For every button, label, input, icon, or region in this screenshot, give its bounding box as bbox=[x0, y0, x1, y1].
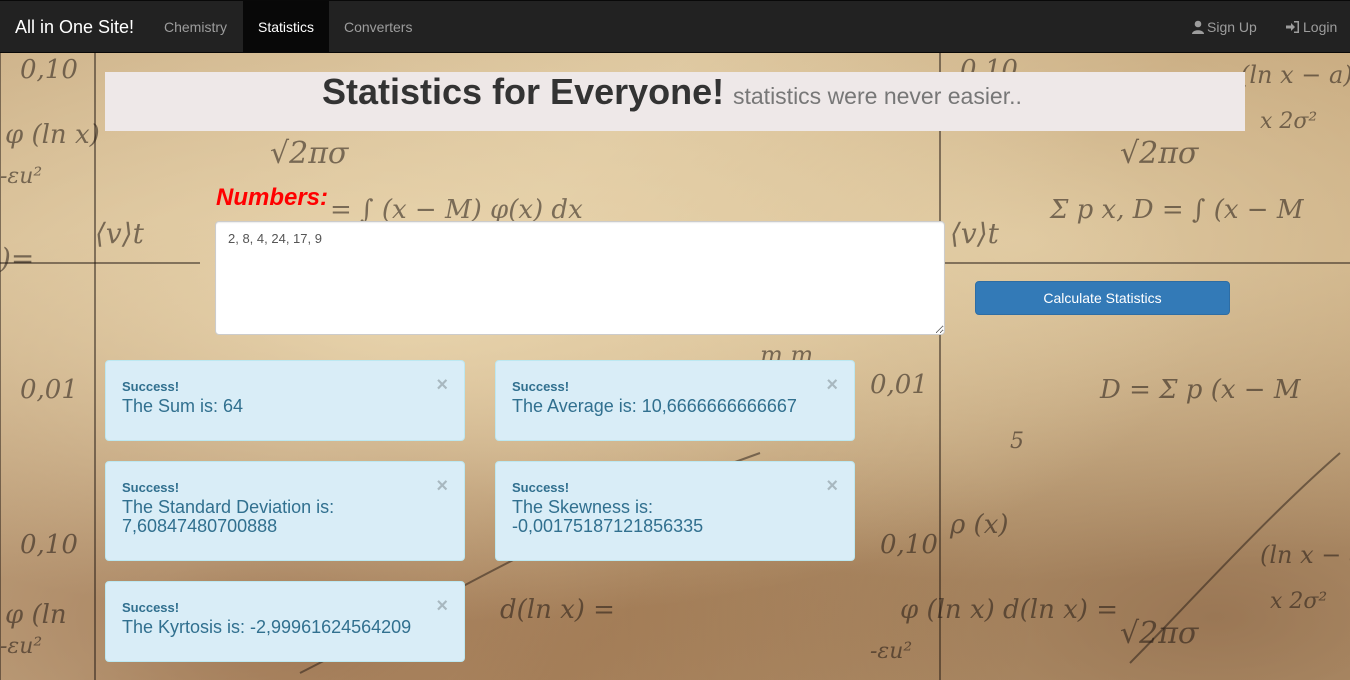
alert-message: The Skewness is: -0,00175187121856335 bbox=[512, 497, 704, 536]
numbers-input[interactable]: 2, 8, 4, 24, 17, 9 bbox=[215, 221, 945, 335]
svg-text:-εu²: -εu² bbox=[870, 639, 912, 664]
svg-text:D = Σ p (x − M: D = Σ p (x − M bbox=[1099, 375, 1302, 405]
svg-text:0,10: 0,10 bbox=[20, 55, 78, 85]
svg-text:φ (ln x) d(ln x) =: φ (ln x) d(ln x) = bbox=[900, 595, 1118, 625]
svg-text:φ (ln x): φ (ln x) bbox=[5, 120, 100, 150]
svg-text:-εu²: -εu² bbox=[0, 164, 42, 189]
svg-text:ρ (x): ρ (x) bbox=[949, 510, 1009, 540]
alert-status: Success! bbox=[512, 480, 570, 495]
page-subtitle: statistics were never easier.. bbox=[733, 83, 1022, 109]
nav-chemistry[interactable]: Chemistry bbox=[149, 1, 242, 53]
alert-status: Success! bbox=[122, 379, 180, 394]
svg-text:x 2σ²: x 2σ² bbox=[1260, 109, 1317, 134]
svg-text:√2πσ: √2πσ bbox=[270, 136, 350, 171]
nav-converters[interactable]: Converters bbox=[329, 1, 427, 53]
svg-text:φ (ln: φ (ln bbox=[5, 600, 67, 630]
close-icon[interactable]: × bbox=[826, 375, 838, 395]
alert-message: The Kyrtosis is: -2,99961624564209 bbox=[122, 617, 412, 637]
numbers-label: Numbers: bbox=[216, 184, 329, 211]
close-icon[interactable]: × bbox=[436, 596, 448, 616]
login-label: Login bbox=[1303, 19, 1338, 35]
svg-text:(ln x − a)²: (ln x − a)² bbox=[1260, 541, 1350, 569]
svg-text:0,01: 0,01 bbox=[870, 370, 928, 400]
svg-text:0,01: 0,01 bbox=[20, 375, 78, 405]
svg-text:0,10: 0,10 bbox=[20, 530, 78, 560]
user-icon bbox=[1192, 20, 1204, 34]
svg-text:√2πσ: √2πσ bbox=[1120, 616, 1200, 651]
svg-text:x 2σ²: x 2σ² bbox=[1270, 589, 1327, 614]
svg-text:)=: )= bbox=[0, 242, 34, 275]
signup-label: Sign Up bbox=[1207, 19, 1257, 35]
close-icon[interactable]: × bbox=[436, 375, 448, 395]
close-icon[interactable]: × bbox=[436, 476, 448, 496]
svg-text:Σ p x, D = ∫ (x − M: Σ p x, D = ∫ (x − M bbox=[1049, 195, 1305, 225]
svg-text:⟨v⟩t: ⟨v⟩t bbox=[95, 217, 145, 250]
login-link[interactable]: Login bbox=[1270, 1, 1350, 53]
close-icon[interactable]: × bbox=[826, 476, 838, 496]
alert-status: Success! bbox=[122, 480, 180, 495]
alert-message: The Average is: 10,6666666666667 bbox=[512, 396, 797, 416]
std-deviation-alert: × Success! The Standard Deviation is: 7,… bbox=[105, 461, 465, 561]
average-alert: × Success! The Average is: 10,6666666666… bbox=[495, 360, 855, 441]
svg-text:0,10: 0,10 bbox=[880, 530, 938, 560]
alert-message: The Standard Deviation is: 7,60847480700… bbox=[122, 497, 335, 536]
svg-text:-εu²: -εu² bbox=[0, 634, 42, 659]
top-navbar: All in One Site! Chemistry Statistics Co… bbox=[0, 0, 1350, 53]
alert-message: The Sum is: 64 bbox=[122, 396, 244, 416]
login-icon bbox=[1286, 21, 1299, 33]
svg-text:d(ln x) =: d(ln x) = bbox=[500, 595, 615, 625]
brand-link[interactable]: All in One Site! bbox=[15, 1, 134, 54]
skewness-alert: × Success! The Skewness is: -0,001751871… bbox=[495, 461, 855, 561]
svg-text:⟨v⟩t: ⟨v⟩t bbox=[950, 217, 1000, 250]
kurtosis-alert: × Success! The Kyrtosis is: -2,999616245… bbox=[105, 581, 465, 662]
signup-link[interactable]: Sign Up bbox=[1176, 1, 1272, 53]
alert-status: Success! bbox=[122, 600, 180, 615]
svg-text:5: 5 bbox=[1010, 429, 1024, 454]
nav-statistics[interactable]: Statistics bbox=[243, 1, 330, 53]
sum-alert: × Success! The Sum is: 64 bbox=[105, 360, 465, 441]
svg-text:(ln x − a)²: (ln x − a)² bbox=[1240, 61, 1350, 89]
page-title: Statistics for Everyone! bbox=[322, 71, 725, 112]
calculate-statistics-button[interactable]: Calculate Statistics bbox=[975, 281, 1230, 315]
svg-text:√2πσ: √2πσ bbox=[1120, 136, 1200, 171]
alert-status: Success! bbox=[512, 379, 570, 394]
